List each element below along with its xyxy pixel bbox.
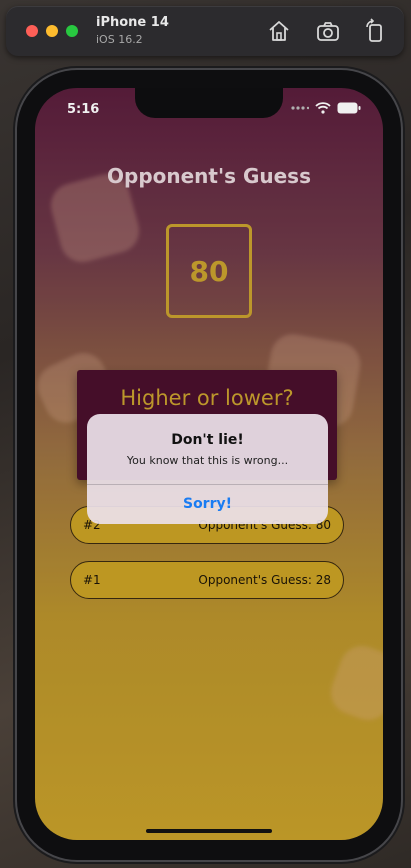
- camera-icon[interactable]: [315, 18, 341, 44]
- simulator-toolbar: iPhone 14 iOS 16.2: [6, 6, 404, 56]
- zoom-window-button[interactable]: [66, 25, 78, 37]
- alert-dialog: Don't lie! You know that this is wrong..…: [87, 414, 328, 524]
- alert-message: You know that this is wrong...: [126, 454, 289, 467]
- home-icon[interactable]: [266, 18, 292, 44]
- rotate-icon[interactable]: [362, 18, 388, 44]
- os-version: iOS 16.2: [96, 33, 143, 46]
- close-window-button[interactable]: [26, 25, 38, 37]
- app-screen: 5:16 Opponent's Guess 80 Higher or lower…: [35, 88, 383, 840]
- alert-title: Don't lie!: [171, 432, 244, 448]
- minimize-window-button[interactable]: [46, 25, 58, 37]
- device-name: iPhone 14: [96, 15, 169, 30]
- alert-sorry-button[interactable]: Sorry!: [87, 485, 328, 524]
- home-indicator[interactable]: [146, 829, 272, 833]
- iphone-frame: 5:16 Opponent's Guess 80 Higher or lower…: [17, 70, 401, 860]
